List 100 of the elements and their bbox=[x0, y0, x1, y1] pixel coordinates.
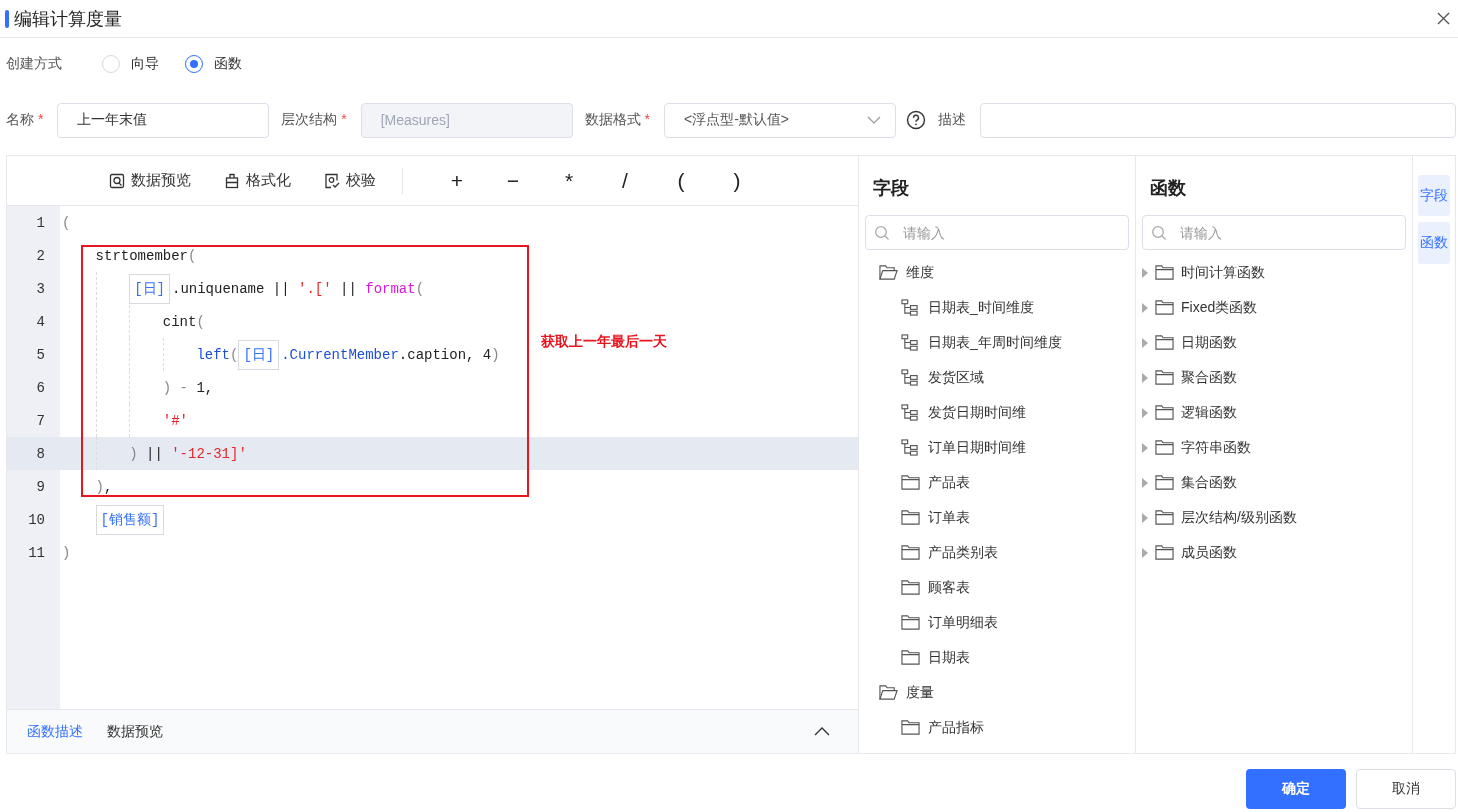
field-label: 层次结构 * bbox=[281, 111, 347, 129]
tree-item[interactable]: 订单表 bbox=[859, 500, 1135, 535]
operator-button[interactable]: ) bbox=[709, 168, 765, 193]
code-text: ( bbox=[188, 247, 197, 264]
search-icon bbox=[1151, 225, 1167, 241]
toolbar-button[interactable]: 格式化 bbox=[224, 171, 291, 190]
code-text: cint bbox=[162, 313, 197, 330]
folder-icon bbox=[901, 649, 920, 666]
tree-item[interactable]: 产品指标 bbox=[859, 710, 1135, 745]
code-text: || bbox=[145, 445, 164, 462]
operator-button[interactable]: − bbox=[485, 168, 541, 193]
tree-item[interactable]: 日期表 bbox=[859, 640, 1135, 675]
folder-icon bbox=[901, 509, 920, 526]
tree-item[interactable]: 时间计算函数 bbox=[1136, 255, 1412, 290]
line-number: 1 bbox=[35, 214, 45, 231]
tree-label: 顾客表 bbox=[928, 578, 970, 597]
code-text: .caption, 4 bbox=[398, 346, 492, 363]
field-label: 数据格式 * bbox=[584, 111, 651, 129]
description-field[interactable] bbox=[980, 102, 1456, 138]
format-dropdown[interactable]: <浮点型-默认值> bbox=[664, 102, 897, 138]
hierarchy-icon bbox=[901, 299, 920, 316]
tree-item[interactable]: 订单明细表 bbox=[859, 605, 1135, 640]
tree-item[interactable]: 维度 bbox=[859, 255, 1135, 290]
tree-item[interactable]: 日期表_时间维度 bbox=[859, 290, 1135, 325]
tree-item[interactable]: 发货区域 bbox=[859, 360, 1135, 395]
tree-item[interactable]: 产品类别表 bbox=[859, 535, 1135, 570]
line-number: 9 bbox=[35, 478, 45, 495]
tree-label: Fixed类函数 bbox=[1181, 298, 1258, 317]
code-text: ( bbox=[230, 346, 239, 363]
tree-item[interactable]: 度量 bbox=[859, 675, 1135, 710]
tree-item[interactable]: 发货日期时间维 bbox=[859, 395, 1135, 430]
help-icon[interactable] bbox=[906, 110, 927, 130]
radio-option[interactable]: 向导 bbox=[102, 55, 159, 73]
code-text: ( bbox=[196, 313, 205, 330]
code-text: .uniquename || bbox=[172, 280, 291, 297]
tree-label: 发货区域 bbox=[928, 368, 984, 387]
tree-item[interactable]: 订单日期时间维 bbox=[859, 430, 1135, 465]
tree-item[interactable]: 字符串函数 bbox=[1136, 430, 1412, 465]
tree-label: 订单日期时间维 bbox=[928, 438, 1026, 457]
string-literal: '-12-31]' bbox=[171, 445, 247, 462]
toolbar-button[interactable]: 校验 bbox=[324, 171, 376, 190]
folder-icon bbox=[1155, 544, 1174, 561]
dialog-title: 编辑计算度量 bbox=[14, 7, 123, 31]
title-accent bbox=[5, 9, 9, 28]
tree-item[interactable]: 顾客表 bbox=[859, 570, 1135, 605]
close-icon[interactable] bbox=[1437, 12, 1450, 25]
code-text: strtomember bbox=[95, 247, 188, 264]
folder-icon bbox=[901, 719, 920, 736]
tree-item[interactable]: 日期表_年周时间维度 bbox=[859, 325, 1135, 360]
operator-button[interactable]: / bbox=[597, 168, 653, 193]
name-field[interactable]: 上一年末值 bbox=[57, 102, 270, 138]
line-number: 2 bbox=[35, 247, 45, 264]
field-reference[interactable]: [销售额] bbox=[95, 504, 165, 535]
search-field[interactable]: 请输入 bbox=[865, 215, 1129, 250]
side-tab[interactable]: 字段 bbox=[1418, 175, 1450, 217]
tree-item[interactable]: Fixed类函数 bbox=[1136, 290, 1412, 325]
field-reference[interactable]: [日] bbox=[238, 339, 280, 370]
tree-label: 产品类别表 bbox=[928, 543, 998, 562]
collapse-icon[interactable] bbox=[814, 727, 830, 736]
field-reference[interactable]: [日] bbox=[129, 273, 170, 304]
code-text: 1, bbox=[196, 379, 214, 396]
folder-icon bbox=[1155, 264, 1174, 281]
cancel-button[interactable]: 取消 bbox=[1356, 769, 1456, 809]
code-text: ( bbox=[62, 214, 71, 231]
radio-option[interactable]: 函数 bbox=[185, 55, 242, 73]
code-text: ) - bbox=[162, 379, 189, 396]
tree-label: 层次结构/级别函数 bbox=[1181, 508, 1297, 527]
tree-label: 日期表_年周时间维度 bbox=[928, 333, 1062, 352]
annotation-text: 获取上一年最后一天 bbox=[541, 333, 667, 351]
line-number: 10 bbox=[27, 511, 45, 528]
code-keyword: .CurrentMember bbox=[281, 346, 399, 363]
tree-item[interactable]: 成员函数 bbox=[1136, 535, 1412, 570]
operator-button[interactable]: * bbox=[541, 168, 597, 193]
tree-item[interactable]: 日期函数 bbox=[1136, 325, 1412, 360]
tree-item[interactable]: 层次结构/级别函数 bbox=[1136, 500, 1412, 535]
tree-label: 逻辑函数 bbox=[1181, 403, 1237, 422]
string-literal: '#' bbox=[162, 412, 188, 429]
bottom-tab[interactable]: 数据预览 bbox=[107, 722, 163, 741]
tree-item[interactable]: 逻辑函数 bbox=[1136, 395, 1412, 430]
tree-item[interactable]: 集合函数 bbox=[1136, 465, 1412, 500]
code-text: ) bbox=[491, 346, 500, 363]
confirm-button[interactable]: 确定 bbox=[1246, 769, 1346, 809]
operator-button[interactable]: ( bbox=[653, 168, 709, 193]
code-text: ) bbox=[62, 544, 71, 561]
folder-icon bbox=[1155, 439, 1174, 456]
panel-title: 字段 bbox=[872, 177, 910, 200]
tree-item[interactable]: 产品表 bbox=[859, 465, 1135, 500]
line-number: 11 bbox=[27, 544, 45, 561]
folder-icon bbox=[1155, 474, 1174, 491]
tree-label: 产品指标 bbox=[928, 718, 984, 737]
tree-item[interactable]: 聚合函数 bbox=[1136, 360, 1412, 395]
bottom-tab[interactable]: 函数描述 bbox=[27, 722, 83, 741]
search-field[interactable]: 请输入 bbox=[1142, 215, 1406, 250]
tree-label: 维度 bbox=[906, 263, 934, 282]
side-tab[interactable]: 函数 bbox=[1418, 222, 1450, 264]
folder-icon bbox=[1155, 299, 1174, 316]
toolbar-button[interactable]: 数据预览 bbox=[109, 171, 191, 190]
code-text: ) bbox=[129, 445, 138, 462]
tree-label: 时间计算函数 bbox=[1181, 263, 1265, 282]
operator-button[interactable]: + bbox=[429, 168, 485, 193]
